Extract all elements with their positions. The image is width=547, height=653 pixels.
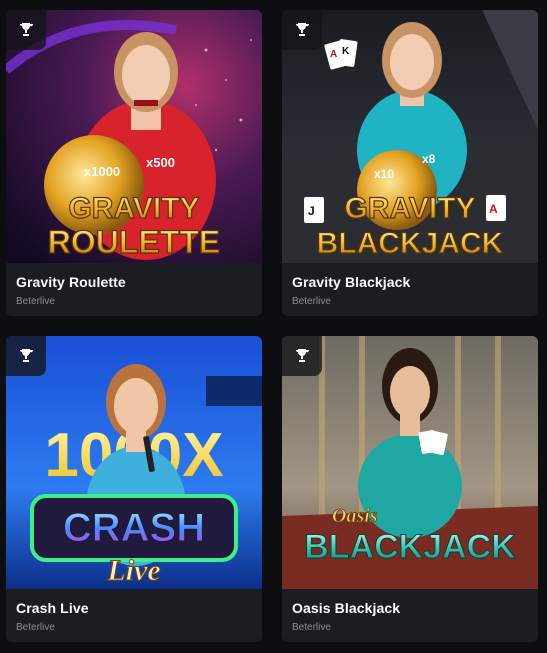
- game-thumbnail[interactable]: Oasis BLACKJACK: [282, 336, 538, 589]
- svg-text:J: J: [308, 204, 315, 218]
- game-card-gravity-blackjack[interactable]: A K x10 x8 J A GRAVITY BLACKJACK Gravity…: [282, 10, 538, 316]
- game-logo-line1: Oasis: [332, 505, 378, 527]
- game-thumbnail[interactable]: A K x10 x8 J A GRAVITY BLACKJACK: [282, 10, 538, 263]
- game-info: Gravity Roulette Beterlive: [6, 263, 262, 316]
- svg-text:A: A: [489, 202, 498, 216]
- game-info: Gravity Blackjack Beterlive: [282, 263, 538, 316]
- game-title[interactable]: Gravity Roulette: [16, 274, 126, 290]
- game-title[interactable]: Oasis Blackjack: [292, 600, 400, 616]
- game-provider: Beterlive: [292, 296, 331, 307]
- trophy-icon: [282, 10, 322, 50]
- game-info: Oasis Blackjack Beterlive: [282, 589, 538, 642]
- game-provider: Beterlive: [16, 296, 55, 307]
- game-title[interactable]: Crash Live: [16, 600, 89, 616]
- trophy-icon: [6, 336, 46, 376]
- game-logo-line2: BLACKJACK: [317, 227, 504, 260]
- multiplier-label: x8: [422, 152, 436, 166]
- game-logo-line2: ROULETTE: [48, 224, 220, 260]
- game-card-oasis-blackjack[interactable]: Oasis BLACKJACK Oasis Blackjack Beterliv…: [282, 336, 538, 642]
- game-card-crash-live[interactable]: 1000X CRASH Live Crash Live Beterlive: [6, 336, 262, 642]
- game-card-gravity-roulette[interactable]: x1000 x500 GRAVITY ROULETTE Gravity Roul…: [6, 10, 262, 316]
- game-title[interactable]: Gravity Blackjack: [292, 274, 410, 290]
- trophy-icon: [6, 10, 46, 50]
- multiplier-label: x1000: [84, 164, 120, 179]
- game-provider: Beterlive: [16, 622, 55, 633]
- game-logo-line1: GRAVITY: [344, 192, 475, 225]
- game-logo-line2: Live: [106, 554, 160, 587]
- game-info: Crash Live Beterlive: [6, 589, 262, 642]
- game-logo-line1: CRASH: [63, 506, 205, 550]
- trophy-icon: [282, 336, 322, 376]
- svg-text:K: K: [342, 46, 350, 57]
- game-logo-line1: GRAVITY: [68, 192, 199, 225]
- multiplier-label: x500: [146, 155, 175, 170]
- game-thumbnail[interactable]: 1000X CRASH Live: [6, 336, 262, 589]
- svg-text:A: A: [330, 49, 337, 60]
- game-logo-line2: BLACKJACK: [304, 528, 516, 566]
- game-provider: Beterlive: [292, 622, 331, 633]
- multiplier-label: x10: [374, 167, 394, 181]
- game-thumbnail[interactable]: x1000 x500 GRAVITY ROULETTE: [6, 10, 262, 263]
